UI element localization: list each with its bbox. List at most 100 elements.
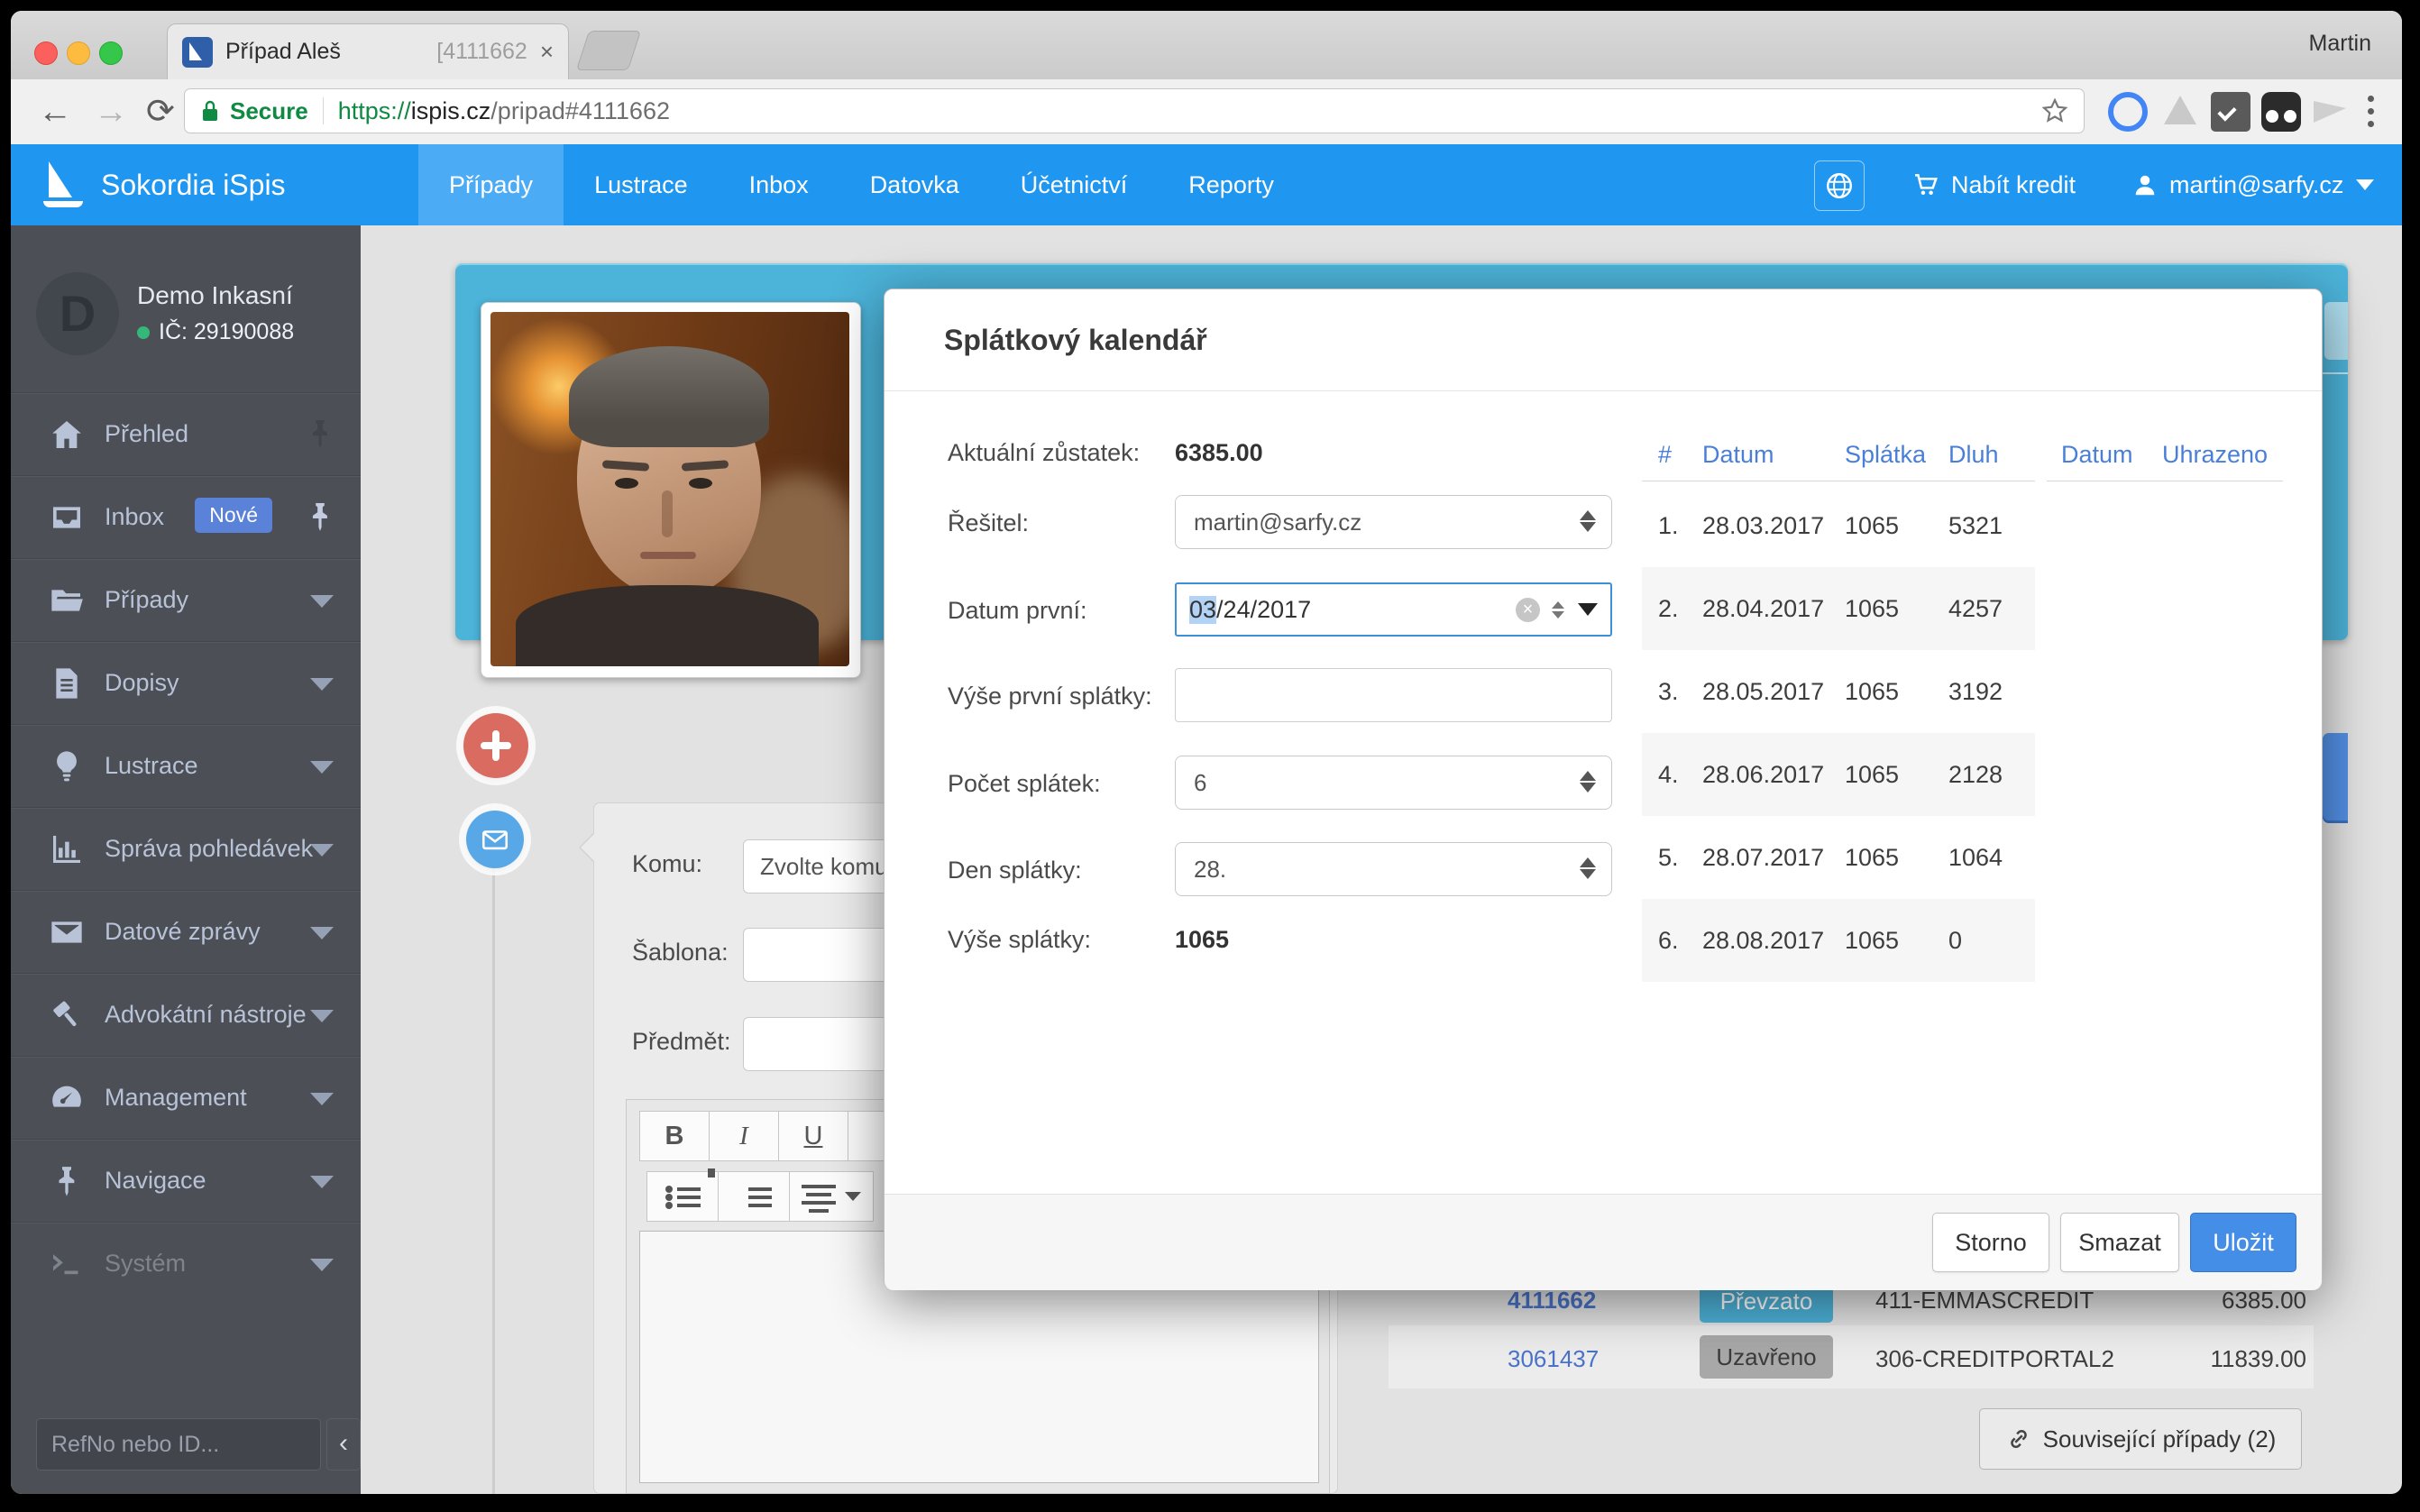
nav-item-datovka[interactable]: Datovka bbox=[839, 144, 990, 225]
org-avatar: D bbox=[36, 272, 119, 355]
sidebar-item-label: Inbox bbox=[105, 476, 164, 558]
schedule-cell: 1. bbox=[1658, 512, 1679, 540]
timeline-mail-button[interactable] bbox=[466, 811, 524, 868]
schedule-row: 6.28.08.201710650 bbox=[1642, 899, 2035, 982]
select-arrows-icon bbox=[1579, 769, 1597, 794]
sidebar-item-p-ehled[interactable]: Přehled bbox=[11, 392, 361, 475]
numbered-list-button[interactable] bbox=[718, 1171, 790, 1222]
ulozit-button[interactable]: Uložit bbox=[2190, 1213, 2296, 1272]
case-id-link[interactable]: 3061437 bbox=[1508, 1345, 1599, 1373]
extension-drive-icon[interactable] bbox=[2160, 92, 2200, 132]
tab-close-icon[interactable]: × bbox=[540, 38, 554, 66]
extension-inbox-icon[interactable] bbox=[2211, 92, 2250, 132]
schedule-header-dluh[interactable]: Dluh bbox=[1948, 441, 1999, 469]
language-globe-button[interactable] bbox=[1814, 160, 1865, 211]
clear-date-icon[interactable]: × bbox=[1516, 598, 1540, 622]
browser-tab[interactable]: Případ Aleš [4111662 × bbox=[167, 23, 569, 79]
bookmark-star-icon[interactable] bbox=[2040, 96, 2069, 125]
sidebar-collapse-button[interactable]: ‹ bbox=[326, 1418, 361, 1471]
sidebar-item-inbox[interactable]: InboxNové bbox=[11, 475, 361, 558]
nav-item-etnictv[interactable]: Účetnictví bbox=[990, 144, 1159, 225]
buy-credit-button[interactable]: Nabít kredit bbox=[1911, 144, 2076, 225]
sidebar-item-advok-tn-n-stroje[interactable]: Advokátní nástroje bbox=[11, 973, 361, 1056]
balance-value: 6385.00 bbox=[1175, 439, 1263, 467]
align-button[interactable] bbox=[789, 1171, 874, 1222]
datum-prvni-input[interactable]: 03 /24/2017 × bbox=[1175, 582, 1612, 637]
schedule-header-datum[interactable]: Datum bbox=[1702, 441, 1774, 469]
browser-tabstrip: Případ Aleš [4111662 × Martin bbox=[11, 11, 2402, 79]
tab-title-suffix: [4111662 bbox=[436, 39, 527, 65]
sidebar-item-dopisy[interactable]: Dopisy bbox=[11, 641, 361, 724]
case-name: 306-CREDITPORTAL2 bbox=[1875, 1345, 2114, 1373]
schedule-cell: 28.03.2017 bbox=[1702, 512, 1824, 540]
nav-item-inbox[interactable]: Inbox bbox=[719, 144, 839, 225]
window-close-button[interactable] bbox=[34, 41, 58, 65]
underline-button[interactable]: U bbox=[778, 1111, 848, 1161]
extension-sync-icon[interactable] bbox=[2108, 92, 2148, 132]
den-splatky-select[interactable]: 28. bbox=[1175, 842, 1612, 896]
vyse-prvni-input[interactable] bbox=[1175, 668, 1612, 722]
refno-search-input[interactable] bbox=[36, 1418, 321, 1471]
browser-menu-icon[interactable] bbox=[2366, 92, 2375, 132]
italic-button[interactable]: I bbox=[709, 1111, 779, 1161]
new-tab-button[interactable] bbox=[576, 31, 641, 70]
schedule-cell: 1064 bbox=[1948, 844, 2003, 872]
user-icon bbox=[2131, 171, 2159, 198]
secure-label: Secure bbox=[230, 97, 308, 125]
sidebar-item-datov-zpr-vy[interactable]: Datové zprávy bbox=[11, 890, 361, 973]
url-bar[interactable]: Secure https://ispis.cz/pripad#4111662 bbox=[184, 88, 2085, 133]
nav-item-reporty[interactable]: Reporty bbox=[1158, 144, 1305, 225]
app-logo[interactable]: Sokordia iSpis bbox=[38, 144, 286, 225]
pocet-splatek-select[interactable]: 6 bbox=[1175, 756, 1612, 810]
sidebar-item-navigace[interactable]: Navigace bbox=[11, 1139, 361, 1222]
page-primary-button-partial[interactable] bbox=[2323, 733, 2348, 823]
window-minimize-button[interactable] bbox=[67, 41, 90, 65]
browser-profile-name[interactable]: Martin bbox=[2309, 31, 2371, 57]
sidebar-item-management[interactable]: Management bbox=[11, 1056, 361, 1139]
case-name: 411-EMMASCREDIT bbox=[1875, 1287, 2094, 1315]
bullet-list-button[interactable] bbox=[646, 1171, 719, 1222]
screenshot-frame: Případ Aleš [4111662 × Martin ← → ⟳ Secu… bbox=[0, 0, 2420, 1512]
sidebar-item-label: Správa pohledávek bbox=[105, 808, 313, 890]
schedule-cell: 6. bbox=[1658, 927, 1679, 955]
extension-send-icon[interactable] bbox=[2312, 92, 2351, 132]
storno-button[interactable]: Storno bbox=[1932, 1213, 2049, 1272]
sidebar-item-syst-m[interactable]: Systém bbox=[11, 1222, 361, 1305]
sidebar-item-p-pady[interactable]: Případy bbox=[11, 558, 361, 641]
window-zoom-button[interactable] bbox=[99, 41, 123, 65]
case-row[interactable]: 3061437 Uzavřeno 306-CREDITPORTAL2 11839… bbox=[1389, 1325, 2314, 1388]
sidebar-item-lustrace[interactable]: Lustrace bbox=[11, 724, 361, 807]
back-button[interactable]: ← bbox=[38, 79, 72, 144]
forward-button[interactable]: → bbox=[94, 79, 128, 144]
sidebar-item-spr-va-pohled-vek[interactable]: Správa pohledávek bbox=[11, 807, 361, 890]
browser-toolbar: ← → ⟳ Secure https://ispis.cz/pripad#411… bbox=[11, 79, 2402, 144]
resitel-select[interactable]: martin@sarfy.cz bbox=[1175, 495, 1612, 549]
envelope-icon bbox=[480, 824, 510, 855]
buy-credit-label: Nabít kredit bbox=[1951, 171, 2076, 199]
sidebar-item-label: Lustrace bbox=[105, 725, 198, 807]
related-cases-button[interactable]: Související případy (2) bbox=[1979, 1408, 2302, 1470]
case-status-badge: Uzavřeno bbox=[1700, 1335, 1833, 1379]
payments-header-uhrazeno[interactable]: Uhrazeno bbox=[2162, 441, 2268, 469]
nav-item-lustrace[interactable]: Lustrace bbox=[564, 144, 719, 225]
photo-face bbox=[577, 364, 761, 597]
nav-item-p-pady[interactable]: Případy bbox=[418, 144, 564, 225]
extension-robot-icon[interactable] bbox=[2261, 92, 2301, 132]
schedule-cell: 1065 bbox=[1845, 678, 1899, 706]
schedule-header-splatka[interactable]: Splátka bbox=[1845, 441, 1926, 469]
date-spinner-icon[interactable] bbox=[1551, 599, 1565, 621]
smazat-button[interactable]: Smazat bbox=[2060, 1213, 2179, 1272]
sidebar-item-label: Management bbox=[105, 1057, 247, 1139]
calendar-dropdown-icon[interactable] bbox=[1578, 603, 1598, 616]
bold-button[interactable]: B bbox=[639, 1111, 710, 1161]
timeline-add-button[interactable] bbox=[463, 713, 528, 778]
chevron-down-icon bbox=[845, 1192, 861, 1201]
sidebar-item-label: Navigace bbox=[105, 1140, 206, 1222]
pin-icon[interactable] bbox=[303, 417, 337, 451]
case-header-button[interactable] bbox=[2324, 302, 2348, 360]
payments-header-datum[interactable]: Datum bbox=[2061, 441, 2133, 469]
reload-button[interactable]: ⟳ bbox=[146, 79, 175, 144]
case-id-link[interactable]: 4111662 bbox=[1508, 1287, 1596, 1315]
pin-icon[interactable] bbox=[303, 499, 337, 534]
user-menu[interactable]: martin@sarfy.cz bbox=[2131, 144, 2374, 225]
